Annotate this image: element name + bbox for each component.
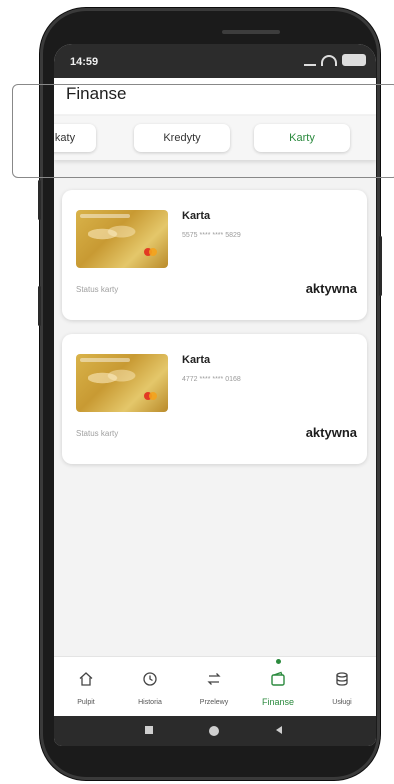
status-icons [304,54,366,66]
nav-label: Historia [138,699,162,706]
card-item[interactable]: Karta 4772 **** **** 0168 Status karty a… [62,334,367,464]
card-name: Karta [182,210,211,222]
card-status-value: aktywna [305,281,357,296]
card-logo-strip [80,214,130,218]
nav-label: Usługi [332,699,352,706]
nav-label: Przelewy [199,699,229,706]
volume-button [38,286,41,326]
mastercard-icon [144,392,158,400]
wifi-icon [321,54,337,66]
nav-item-uslugi[interactable]: Usługi [310,657,374,717]
volume-button [38,180,41,220]
nav-label: Finanse [261,697,295,707]
card-status-label: Status karty [76,429,119,438]
nav-item-pulpit[interactable]: Pulpit [54,657,118,717]
wallet-icon [271,671,285,686]
active-indicator-dot [275,659,281,664]
services-icon [336,672,348,686]
card-number: 5575 **** **** 5829 [182,232,241,239]
card-item[interactable]: Karta 5575 **** **** 5829 Status karty a… [62,190,367,320]
back-icon[interactable] [274,725,284,735]
highlight-frame [12,84,394,178]
nav-item-historia[interactable]: Historia [118,657,182,717]
system-navigation-bar [54,716,376,746]
card-logo-strip [80,358,130,362]
transfer-icon [207,673,221,685]
nav-item-finanse[interactable]: Finanse [246,657,310,717]
recent-apps-icon[interactable] [144,725,154,735]
card-name: Karta [182,354,211,366]
battery-icon [342,54,366,66]
world-map-graphic [88,222,136,246]
status-bar: 14:59 [54,44,376,78]
world-map-graphic [88,366,136,390]
card-status-value: aktywna [305,425,357,440]
power-button [379,236,382,296]
home-icon [79,672,93,686]
card-image [76,354,168,412]
card-status-label: Status karty [76,285,119,294]
card-number: 4772 **** **** 0168 [182,376,241,383]
card-image [76,210,168,268]
signal-icon [304,54,316,66]
mastercard-icon [144,248,158,256]
nav-label: Pulpit [77,699,95,706]
home-button-icon[interactable] [208,725,220,737]
status-time: 14:59 [70,56,99,68]
speaker-grille [222,30,280,34]
bottom-navigation: Pulpit Historia Przelewy Finanse Usługi [54,656,376,717]
nav-item-przelewy[interactable]: Przelewy [182,657,246,717]
history-icon [143,672,157,686]
